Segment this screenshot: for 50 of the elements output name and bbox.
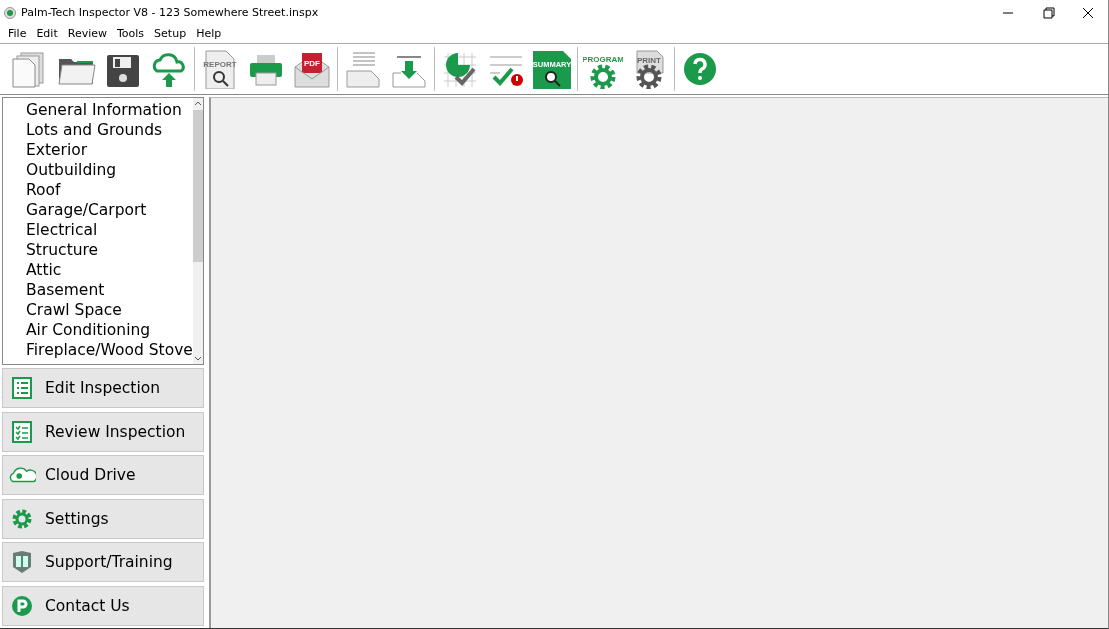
scrollbar[interactable] [192,98,203,364]
menu-item[interactable]: File [3,27,32,40]
section-item[interactable]: Attic [3,260,193,280]
list-icon [12,377,32,399]
checklist-icon [12,420,32,443]
logo-icon [11,594,33,617]
menu-item[interactable]: Tools [112,27,150,40]
scrollbar-thumb[interactable] [192,110,203,262]
menu-item[interactable]: Edit [31,27,63,40]
section-item[interactable]: Outbuilding [3,160,193,180]
help-icon [684,53,716,85]
window-title: Palm-Tech Inspector V8 - 123 Somewhere Street.inspx [21,6,320,19]
nav-button[interactable]: Settings [2,498,204,539]
section-item[interactable]: Basement [3,280,193,300]
toolbar-button[interactable]: PROGRAM [580,47,626,91]
pdf-envelope-icon: PDF [294,53,330,88]
toolbar-button[interactable]: PDF [289,47,335,91]
menu-item[interactable]: Setup [149,27,192,40]
toolbar-button[interactable]: REPORT [197,47,243,91]
nav-button[interactable]: Cloud Drive [2,455,204,495]
section-item[interactable]: Structure [3,240,193,260]
app-logo-icon [4,6,16,19]
book-shield-icon [11,550,33,574]
section-item[interactable]: Crawl Space [3,300,193,320]
menu-item[interactable]: Review [62,27,112,40]
document-stack-icon [12,52,44,88]
printer-icon [250,55,282,86]
folder-icon [58,59,96,85]
section-item[interactable]: Fireplace/Wood Stove [3,340,193,360]
toolbar-button[interactable]: PRINT [626,47,672,91]
cloud-upload-icon [152,53,185,87]
section-item[interactable]: Garage/Carport [3,200,193,220]
nav-button[interactable]: Review Inspection [2,411,204,452]
section-item[interactable]: Electrical [3,220,193,240]
nav-button[interactable]: Edit Inspection [2,368,204,408]
section-item[interactable]: Roof [3,180,193,200]
section-item[interactable]: General Information [3,100,193,120]
nav-button[interactable]: Contact Us [2,585,204,626]
nav-button[interactable]: Support/Training [2,542,204,582]
section-item[interactable]: Air Conditioning [3,320,193,340]
document-lines-icon [346,52,380,88]
section-item[interactable]: Lots and Grounds [3,120,193,140]
chart-check-icon [443,52,477,88]
cloud-icon [8,466,36,484]
report-icon: REPORT [203,50,237,89]
checklist-alert-icon [489,56,523,86]
gear-icon [11,507,33,530]
document-download-icon [392,56,426,88]
section-item[interactable]: Exterior [3,140,193,160]
menu-item[interactable]: Help [191,27,227,40]
